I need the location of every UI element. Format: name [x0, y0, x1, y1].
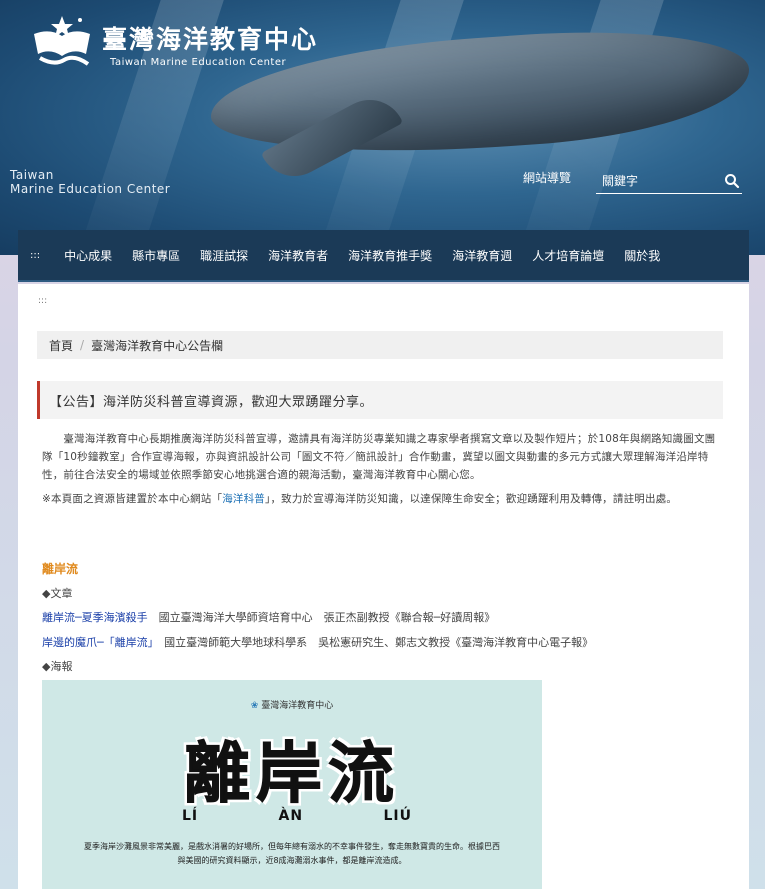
- source-note-suffix: 」，致力於宣導海洋防災知識，以達保障生命安全；歡迎踴躍利用及轉傳，請註明出處。: [265, 493, 678, 505]
- main-nav: ::: 中心成果 縣市專區 職涯試探 海洋教育者 海洋教育推手獎 海洋教育週 人…: [18, 230, 749, 282]
- side-brand: Taiwan Marine Education Center: [10, 168, 170, 196]
- search-input[interactable]: [596, 170, 714, 192]
- nav-item-educators[interactable]: 海洋教育者: [258, 229, 338, 281]
- nav-item-county[interactable]: 縣市專區: [122, 229, 190, 281]
- article-item: 離岸流─夏季海濱殺手 國立臺灣海洋大學師資培育中心 張正杰副教授《聯合報─好讀周…: [42, 609, 495, 625]
- poster-logo-icon: ❀: [250, 701, 262, 711]
- logo-subtitle: Taiwan Marine Education Center: [110, 57, 287, 68]
- source-note: ※本頁面之資源皆建置於本中心網站「海洋科普」，致力於宣導海洋防災知識，以達保障生…: [42, 490, 722, 508]
- nav-item-about[interactable]: 關於我: [614, 229, 670, 281]
- nav-item-award[interactable]: 海洋教育推手獎: [338, 229, 442, 281]
- poster-image[interactable]: ❀ 臺灣海洋教育中心 離岸流 LÍ ÀN LIÚ 夏季海岸沙灘風景非常美麗，是戲…: [42, 680, 542, 889]
- article-link[interactable]: 離岸流─夏季海濱殺手: [42, 611, 148, 624]
- breadcrumb-separator: /: [80, 338, 85, 352]
- source-note-prefix: ※本頁面之資源皆建置於本中心網站「: [42, 493, 223, 505]
- poster-description: 夏季海岸沙灘風景非常美麗，是戲水消暑的好場所，但每年總有溺水的不幸事件發生，奪走…: [84, 842, 500, 865]
- poster-org: ❀ 臺灣海洋教育中心: [42, 698, 542, 711]
- pinyin-syllable: ÀN: [278, 808, 304, 824]
- nav-item-week[interactable]: 海洋教育週: [442, 229, 522, 281]
- page-title: 【公告】海洋防災科普宣導資源，歡迎大眾踴躍分享。: [37, 381, 723, 419]
- article-meta: 國立臺灣師範大學地球科學系 吳松憲研究生、鄭志文教授《臺灣海洋教育中心電子報》: [153, 636, 594, 649]
- content-accesskey[interactable]: :::: [38, 296, 47, 306]
- breadcrumb-current: 臺灣海洋教育中心公告欄: [91, 338, 224, 353]
- nav-item-career[interactable]: 職涯試探: [190, 229, 258, 281]
- side-brand-line2: Marine Education Center: [10, 182, 171, 196]
- poster-label: ◆海報: [42, 660, 73, 673]
- search-icon[interactable]: [724, 173, 740, 189]
- marine-science-link[interactable]: 海洋科普: [222, 493, 265, 505]
- poster-org-name: 臺灣海洋教育中心: [261, 701, 334, 711]
- intro-paragraph: 臺灣海洋教育中心長期推廣海洋防災科普宣導，邀請具有海洋防災專業知識之專家學者撰寫…: [42, 433, 716, 481]
- articles-label: ◆文章: [42, 587, 73, 600]
- breadcrumb: 首頁 / 臺灣海洋教育中心公告欄: [37, 331, 723, 359]
- pinyin-syllable: LIÚ: [383, 808, 412, 824]
- article-item: 岸邊的魔爪─「離岸流」 國立臺灣師範大學地球科學系 吳松憲研究生、鄭志文教授《臺…: [42, 634, 593, 650]
- main-content: ::: 首頁 / 臺灣海洋教育中心公告欄 【公告】海洋防災科普宣導資源，歡迎大眾…: [18, 284, 749, 889]
- side-brand-line1: Taiwan: [10, 168, 54, 182]
- breadcrumb-home[interactable]: 首頁: [49, 337, 73, 354]
- poster-pinyin: LÍ ÀN LIÚ: [182, 808, 412, 824]
- article-meta: 國立臺灣海洋大學師資培育中心 張正杰副教授《聯合報─好讀周報》: [147, 611, 496, 624]
- nav-item-forum[interactable]: 人才培育論壇: [522, 229, 614, 281]
- logo-title[interactable]: 臺灣海洋教育中心: [102, 20, 318, 56]
- nav-item-achievements[interactable]: 中心成果: [54, 229, 122, 281]
- nav-accesskey[interactable]: :::: [18, 229, 54, 281]
- logo-icon[interactable]: [30, 14, 94, 72]
- header-banner: 臺灣海洋教育中心 Taiwan Marine Education Center …: [0, 0, 765, 255]
- search-box: [596, 170, 742, 194]
- article-link[interactable]: 岸邊的魔爪─「離岸流」: [42, 636, 153, 649]
- section-title: 離岸流: [42, 562, 79, 576]
- pinyin-syllable: LÍ: [182, 808, 199, 824]
- sitemap-link[interactable]: 網站導覽: [523, 169, 571, 186]
- poster-title: 離岸流: [184, 735, 400, 813]
